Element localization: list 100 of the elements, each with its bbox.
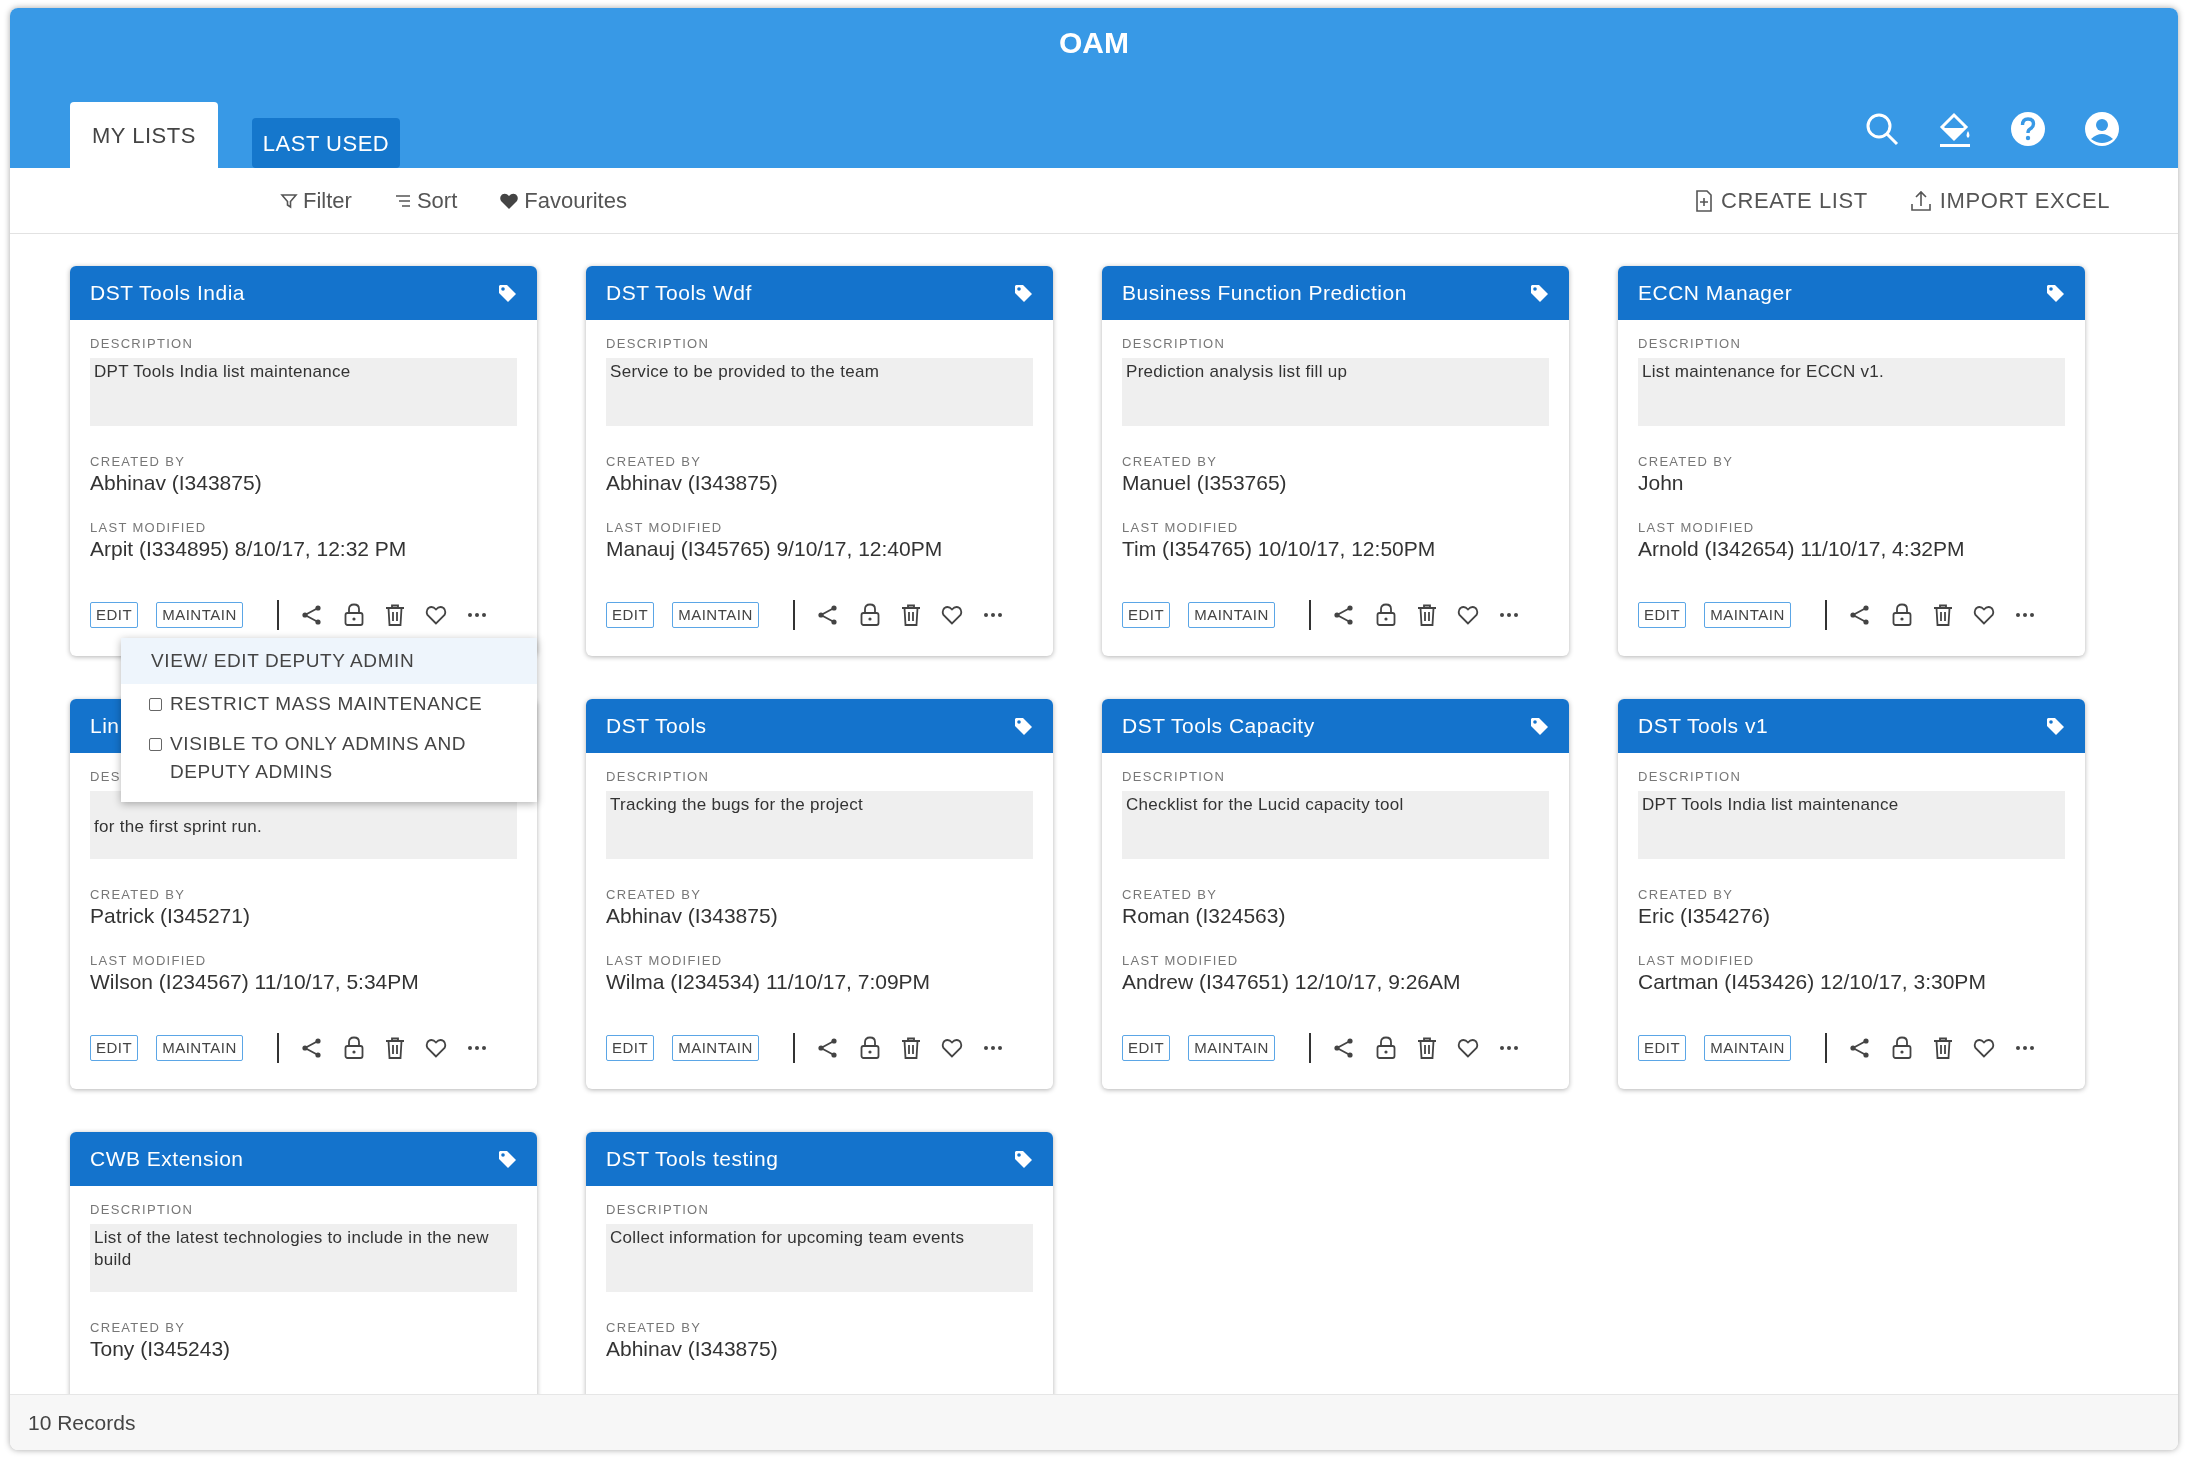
trash-icon[interactable]: [384, 1037, 405, 1059]
card-title: DST Tools testing: [606, 1146, 779, 1173]
more-icon[interactable]: [466, 1045, 487, 1051]
card-action-button[interactable]: MAINTAIN: [1188, 602, 1275, 628]
created-by-value: Roman (I324563): [1122, 903, 1287, 929]
description-text: DPT Tools India list maintenance: [1642, 795, 1899, 814]
checkbox-label[interactable]: VISIBLE TO ONLY ADMINS AND DEPUTY ADMINS: [170, 730, 527, 786]
heart-outline-icon[interactable]: [424, 605, 447, 625]
trash-icon[interactable]: [384, 604, 405, 626]
checkbox[interactable]: [149, 738, 162, 751]
trash-icon[interactable]: [1932, 604, 1953, 626]
heart-outline-icon[interactable]: [940, 605, 963, 625]
description-text: Prediction analysis list fill up: [1126, 362, 1348, 381]
share-icon[interactable]: [1848, 1037, 1871, 1059]
description-text: List of the latest technologies to include in the new build: [94, 1228, 489, 1269]
field-label: DESCRIPTION: [90, 1202, 194, 1218]
card-action-button[interactable]: EDIT: [1638, 602, 1687, 628]
card-action-button[interactable]: EDIT: [606, 602, 655, 628]
tag-icon[interactable]: [1014, 283, 1033, 303]
card-action-button[interactable]: MAINTAIN: [672, 602, 759, 628]
heart-outline-icon[interactable]: [424, 1038, 447, 1058]
trash-icon[interactable]: [900, 1037, 921, 1059]
more-icon[interactable]: [982, 612, 1003, 618]
trash-icon[interactable]: [1416, 604, 1437, 626]
lock-icon[interactable]: [1374, 603, 1397, 627]
trash-icon[interactable]: [1932, 1037, 1953, 1059]
last-modified-value: Wilma (I234534) 11/10/17, 7:09PM: [606, 969, 932, 995]
field-label: LAST MODIFIED: [1122, 520, 1239, 536]
heart-outline-icon[interactable]: [940, 1038, 963, 1058]
more-icon[interactable]: [982, 1045, 1003, 1051]
card-action-button[interactable]: MAINTAIN: [672, 1035, 759, 1061]
search-icon[interactable]: [1864, 111, 1900, 147]
card-title: DST Tools India: [90, 280, 245, 307]
card-action-button[interactable]: EDIT: [606, 1035, 655, 1061]
heart-outline-icon[interactable]: [1456, 605, 1479, 625]
heart-outline-icon[interactable]: [1972, 605, 1995, 625]
trash-icon[interactable]: [1416, 1037, 1437, 1059]
heart-outline-icon[interactable]: [1456, 1038, 1479, 1058]
checkbox-label[interactable]: RESTRICT MASS MAINTENANCE: [170, 690, 483, 718]
import-button[interactable]: IMPORT EXCEL: [1909, 184, 2110, 217]
toolbar-filter-button[interactable]: Filter: [280, 184, 352, 217]
toolbar-favourites-button[interactable]: Favourites: [499, 184, 627, 217]
lock-icon[interactable]: [858, 603, 881, 627]
tag-icon[interactable]: [1530, 716, 1549, 736]
user-avatar-icon[interactable]: [2084, 111, 2120, 147]
card-action-button[interactable]: EDIT: [1122, 1035, 1171, 1061]
share-icon[interactable]: [300, 1037, 323, 1059]
more-icon[interactable]: [1498, 612, 1519, 618]
card-action-button[interactable]: EDIT: [1122, 602, 1171, 628]
share-icon[interactable]: [816, 1037, 839, 1059]
card-title: Business Function Prediction: [1122, 280, 1407, 307]
card-action-button[interactable]: EDIT: [1638, 1035, 1687, 1061]
tab[interactable]: LAST USED: [251, 118, 401, 168]
lock-icon[interactable]: [342, 1036, 365, 1060]
card-action-button[interactable]: EDIT: [90, 602, 139, 628]
more-icon[interactable]: [466, 612, 487, 618]
card-action-button[interactable]: MAINTAIN: [1188, 1035, 1275, 1061]
tag-icon[interactable]: [1530, 283, 1549, 303]
share-icon[interactable]: [1848, 604, 1871, 626]
card-action-button[interactable]: MAINTAIN: [1704, 1035, 1791, 1061]
trash-icon[interactable]: [900, 604, 921, 626]
field-label: DES: [90, 769, 121, 785]
heart-outline-icon[interactable]: [1972, 1038, 1995, 1058]
lock-icon[interactable]: [342, 603, 365, 627]
share-icon[interactable]: [816, 604, 839, 626]
tag-icon[interactable]: [498, 1149, 517, 1169]
lock-icon[interactable]: [1374, 1036, 1397, 1060]
card-action-button[interactable]: MAINTAIN: [156, 602, 243, 628]
checkbox[interactable]: [149, 698, 162, 711]
share-icon[interactable]: [1332, 604, 1355, 626]
more-icon[interactable]: [2014, 1045, 2035, 1051]
created-by-value: Manuel (I353765): [1122, 470, 1288, 496]
more-icon[interactable]: [2014, 612, 2035, 618]
tag-icon[interactable]: [1014, 716, 1033, 736]
more-icon[interactable]: [1498, 1045, 1519, 1051]
tag-icon[interactable]: [2046, 283, 2065, 303]
card-action-button[interactable]: MAINTAIN: [156, 1035, 243, 1061]
tag-icon[interactable]: [2046, 716, 2065, 736]
paint-bucket-icon[interactable]: [1938, 111, 1972, 149]
field-label: CREATED BY: [90, 1320, 186, 1336]
filter-icon: [280, 191, 298, 210]
card-action-button[interactable]: MAINTAIN: [1704, 602, 1791, 628]
created-by-value: Abhinav (I343875): [606, 470, 779, 496]
record-count: 10 Records: [28, 1409, 136, 1436]
lock-icon[interactable]: [858, 1036, 881, 1060]
help-icon[interactable]: [2010, 111, 2046, 147]
field-label: DESCRIPTION: [1122, 336, 1226, 352]
menu-item[interactable]: VIEW/ EDIT DEPUTY ADMIN: [121, 638, 537, 684]
lock-icon[interactable]: [1890, 1036, 1913, 1060]
card-action-button[interactable]: EDIT: [90, 1035, 139, 1061]
last-modified-value: Arpit (I334895) 8/10/17, 12:32 PM: [90, 536, 408, 562]
share-icon[interactable]: [300, 604, 323, 626]
toolbar-sort-button[interactable]: Sort: [393, 184, 458, 217]
description-text: Service to be provided to the team: [610, 362, 880, 381]
create-list-button[interactable]: CREATE LIST: [1695, 184, 1868, 217]
tag-icon[interactable]: [1014, 1149, 1033, 1169]
tab[interactable]: MY LISTS: [70, 102, 218, 168]
lock-icon[interactable]: [1890, 603, 1913, 627]
tag-icon[interactable]: [498, 283, 517, 303]
share-icon[interactable]: [1332, 1037, 1355, 1059]
